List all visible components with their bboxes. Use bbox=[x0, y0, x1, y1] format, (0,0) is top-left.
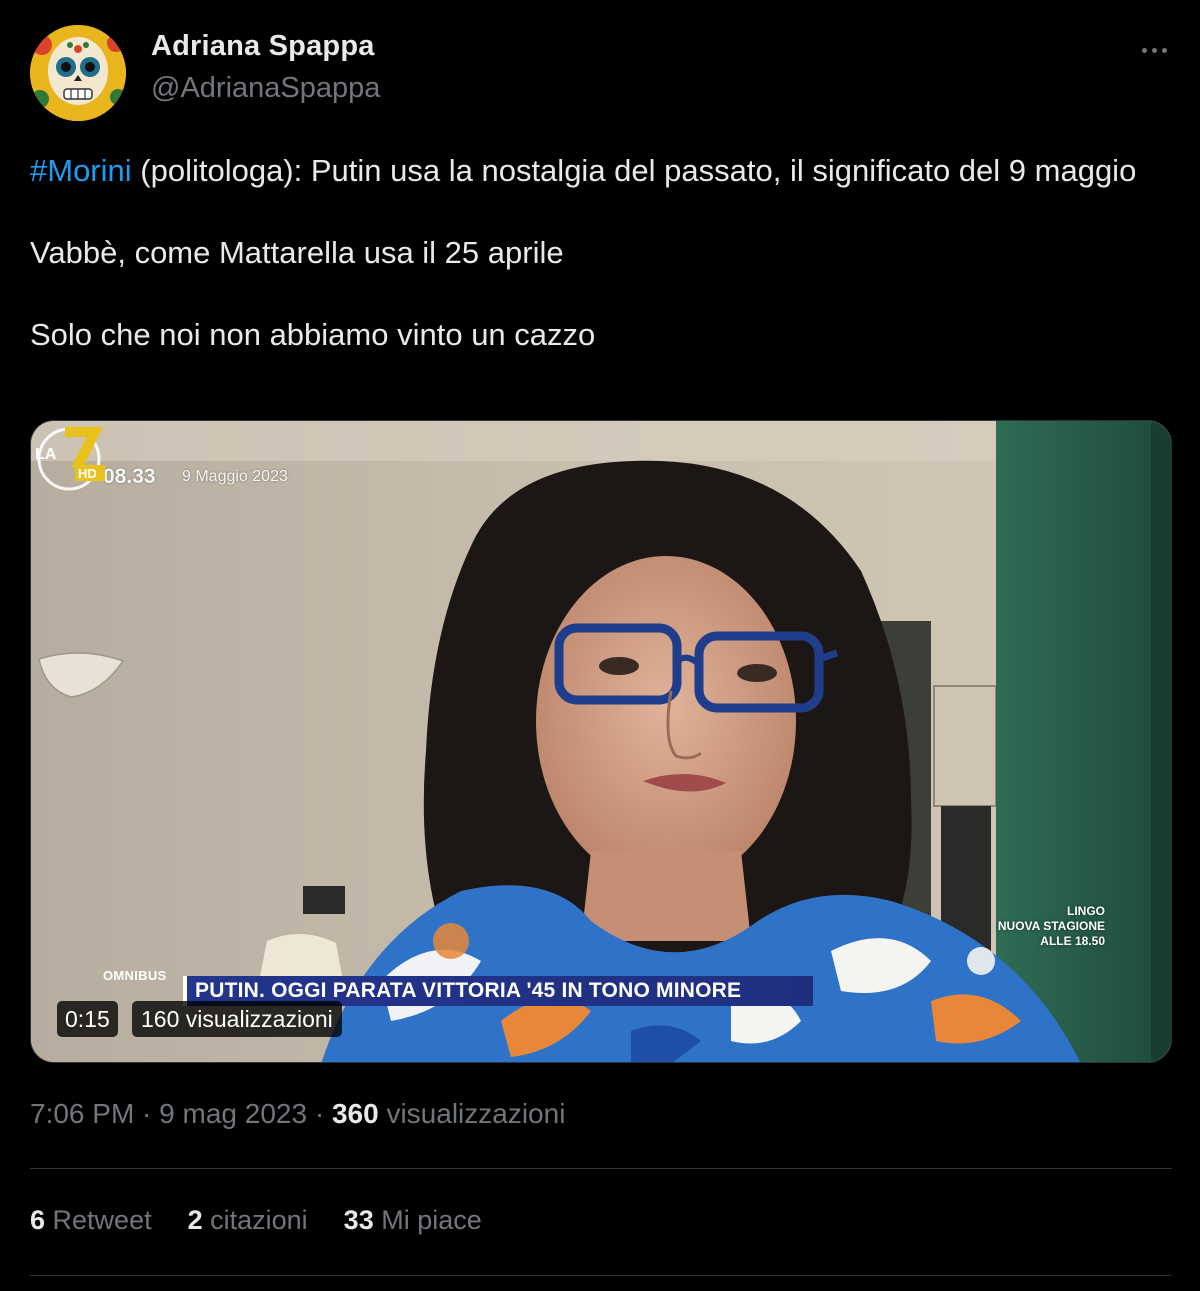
tweet-line-3: Solo che noi non abbiamo vinto un cazzo bbox=[30, 317, 596, 352]
tweet-line-2: Vabbè, come Mattarella usa il 25 aprile bbox=[30, 235, 564, 270]
tweet-date[interactable]: 9 mag 2023 bbox=[159, 1098, 307, 1129]
video-views-badge: 160 visualizzazioni bbox=[132, 1001, 342, 1037]
quotes-stat[interactable]: 2 citazioni bbox=[188, 1205, 308, 1236]
views-label: visualizzazioni bbox=[378, 1098, 566, 1129]
tweet-line-1-text: (politologa): Putin usa la nostalgia del… bbox=[131, 153, 1137, 188]
likes-stat[interactable]: 33 Mi piace bbox=[344, 1205, 482, 1236]
tweet-line-1: #Morini (politologa): Putin usa la nosta… bbox=[30, 150, 1170, 191]
sugar-skull-avatar-icon bbox=[30, 25, 126, 121]
tweet-meta: 7:06 PM · 9 mag 2023 · 360 visualizzazio… bbox=[30, 1098, 566, 1129]
channel-logo-icon: LA HD bbox=[35, 427, 105, 481]
more-horizontal-icon bbox=[1141, 47, 1147, 53]
divider-bottom bbox=[30, 1275, 1172, 1276]
channel-logo-hd: HD bbox=[78, 466, 97, 481]
video-player[interactable]: 08.33 9 Maggio 2023 OMNIBUS PUTIN. OGGI … bbox=[30, 420, 1172, 1063]
video-osd-date: 9 Maggio 2023 bbox=[182, 468, 288, 485]
avatar[interactable] bbox=[30, 25, 126, 121]
divider-top bbox=[30, 1168, 1172, 1169]
more-options-button[interactable] bbox=[1132, 32, 1176, 68]
retweets-stat[interactable]: 6 Retweet bbox=[30, 1205, 152, 1236]
tweet-text: #Morini (politologa): Putin usa la nosta… bbox=[30, 150, 1170, 355]
author-handle[interactable]: @AdrianaSpappa bbox=[151, 72, 380, 105]
author-display-name[interactable]: Adriana Spappa bbox=[151, 30, 375, 63]
promo-line-3: ALLE 18.50 bbox=[1040, 934, 1105, 948]
promo-line-2: NUOVA STAGIONE bbox=[997, 919, 1105, 933]
tweet-time[interactable]: 7:06 PM bbox=[30, 1098, 134, 1129]
hashtag-link[interactable]: #Morini bbox=[30, 153, 132, 188]
channel-logo-text: LA bbox=[35, 446, 57, 463]
views-count: 360 bbox=[331, 1098, 379, 1129]
tweet-card: Adriana Spappa @AdrianaSpappa #Morini (p… bbox=[0, 0, 1200, 1291]
video-promo: LINGO NUOVA STAGIONE ALLE 18.50 bbox=[998, 904, 1105, 949]
video-frame bbox=[31, 421, 1171, 1062]
engagement-stats: 6 Retweet 2 citazioni 33 Mi piace bbox=[30, 1205, 518, 1236]
video-duration-badge: 0:15 bbox=[57, 1001, 118, 1037]
promo-line-1: LINGO bbox=[1067, 904, 1105, 918]
show-logo-text: OMNIBUS bbox=[103, 968, 167, 983]
video-osd-time: 08.33 bbox=[103, 465, 156, 488]
